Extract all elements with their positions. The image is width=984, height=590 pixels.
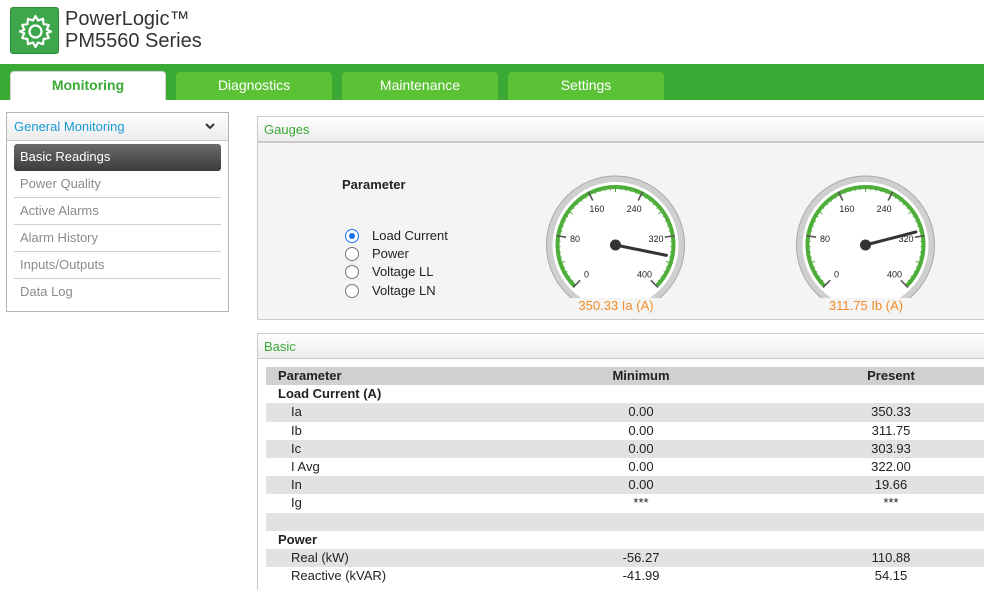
row-present: 19.66 [874,477,908,493]
gauge-tick-label: 240 [627,204,642,214]
gauge-tick [805,251,811,254]
basic-panel-header[interactable]: Basic [257,333,984,359]
row-parameter: Ic [291,440,302,456]
gauge-ia: 0 80 160 240 320 400 [546,175,685,298]
radio-label: Voltage LN [372,283,436,298]
sidebar-item-active-alarms[interactable]: Active Alarms [14,198,221,225]
row-minimum: 0.00 [628,458,654,474]
row-minimum: *** [633,495,649,511]
main-tab-bar: Monitoring Diagnostics Maintenance Setti… [0,64,984,100]
sidebar-item-data-log[interactable]: Data Log [14,279,221,306]
tab-monitoring[interactable]: Monitoring [10,71,166,100]
row-minimum: 0.00 [628,422,654,438]
row-present: *** [883,495,899,511]
row-minimum: 0.00 [628,477,654,493]
row-parameter: Ig [291,495,302,511]
gear-icon [10,7,59,54]
gauge-tick-label: 400 [637,269,652,279]
row-parameter: I Avg [291,458,320,474]
tab-diagnostics[interactable]: Diagnostics [176,72,332,100]
row-minimum: 0.00 [628,404,654,420]
column-header-parameter: Parameter [278,368,342,383]
row-present: 54.15 [874,568,908,584]
gauge-ib-label: 311.75 Ib (A) [828,298,904,313]
radio-button[interactable] [345,247,359,261]
table-row: Ib 0.00 311.75 [266,422,984,440]
gauge-tick-label: 80 [820,234,830,244]
app-header: PowerLogic™ PM5560 Series [0,0,984,64]
row-present: 110.88 [871,549,911,565]
row-present: 322.00 [871,458,911,474]
radio-label: Power [372,246,409,261]
table-row: Ic 0.00 303.93 [266,439,984,458]
row-parameter: Real (kW) [291,549,349,565]
table-spacer-row [266,512,984,531]
table-row: I Avg 0.00 322.00 [266,458,984,476]
row-minimum: -56.27 [622,549,660,565]
gauge-ib: 080160 240320400 [796,175,935,298]
table-group-row: Power [266,531,984,549]
row-parameter: Ib [291,422,302,438]
gauge-tick-label: 0 [834,269,839,279]
chevron-down-icon [204,113,216,149]
row-minimum: 0.00 [628,440,654,456]
gauge-tick-label: 160 [589,204,604,214]
sidebar-section-label: General Monitoring [14,119,125,134]
gauge-tick-label: 320 [648,234,663,244]
table-header-row: Parameter Minimum Present [266,367,984,386]
row-present: 303.93 [871,440,911,456]
column-header-present: Present [867,368,915,383]
table-row: Reactive (kVAR) -41.99 54.15 [266,567,984,585]
radio-button[interactable] [345,229,359,243]
gauge-hub [860,239,871,251]
radio-button[interactable] [345,284,359,298]
radio-label: Voltage LL [372,264,434,279]
gauge-tick-label: 400 [887,269,902,279]
gauge-ia-label: 350.33 Ia (A) [578,298,654,313]
gauge-tick-label: 80 [570,234,580,244]
table-row: Ig *** *** [266,494,984,512]
table-row: Real (kW) -56.27 110.88 [266,548,984,568]
row-minimum: -41.99 [622,568,660,584]
row-present: 350.33 [871,404,911,420]
sidebar-item-inputs-outputs[interactable]: Inputs/Outputs [14,252,221,279]
gauge-hub [610,239,621,251]
table-row: In 0.00 19.66 [266,476,984,495]
gauges-panel: Parameter Load Current Power Voltage LL … [257,142,984,320]
group-name: Load Current (A) [278,386,382,402]
gauge-tick-label: 0 [584,269,589,279]
radio-button[interactable] [345,265,359,279]
tab-settings[interactable]: Settings [508,72,664,100]
sidebar-item-alarm-history[interactable]: Alarm History [14,225,221,252]
gauges-panel-header[interactable]: Gauges [257,116,984,142]
tab-maintenance[interactable]: Maintenance [342,72,498,100]
sidebar-item-basic-readings[interactable]: Basic Readings [14,144,221,171]
app-subtitle: PM5560 Series [65,30,202,52]
radio-label: Load Current [372,228,448,243]
group-name: Power [278,531,318,547]
table-row: Ia 0.00 350.33 [266,403,984,422]
row-parameter: Ia [291,404,302,420]
row-parameter: Reactive (kVAR) [291,568,387,584]
row-present: 311.75 [871,422,911,438]
gauge-tick [920,251,926,254]
sidebar-item-power-quality[interactable]: Power Quality [14,171,221,198]
row-parameter: In [291,477,302,493]
gauge-tick-label: 160 [839,204,854,214]
table-group-row: Load Current (A) [266,385,984,403]
sidebar-section-general-monitoring[interactable]: General Monitoring [7,113,228,141]
parameter-title: Parameter [342,177,406,192]
gauge-tick [555,251,561,254]
readings-table: Parameter Minimum Present Load Current (… [266,367,984,585]
basic-readings-table: Parameter Minimum Present Load Current (… [257,359,984,590]
gauge-tick-label: 240 [877,204,892,214]
gauge-tick [670,251,676,254]
column-header-minimum: Minimum [612,368,670,383]
sidebar: General Monitoring Basic Readings Power … [6,112,229,312]
app-title: PowerLogic™ [65,8,190,30]
